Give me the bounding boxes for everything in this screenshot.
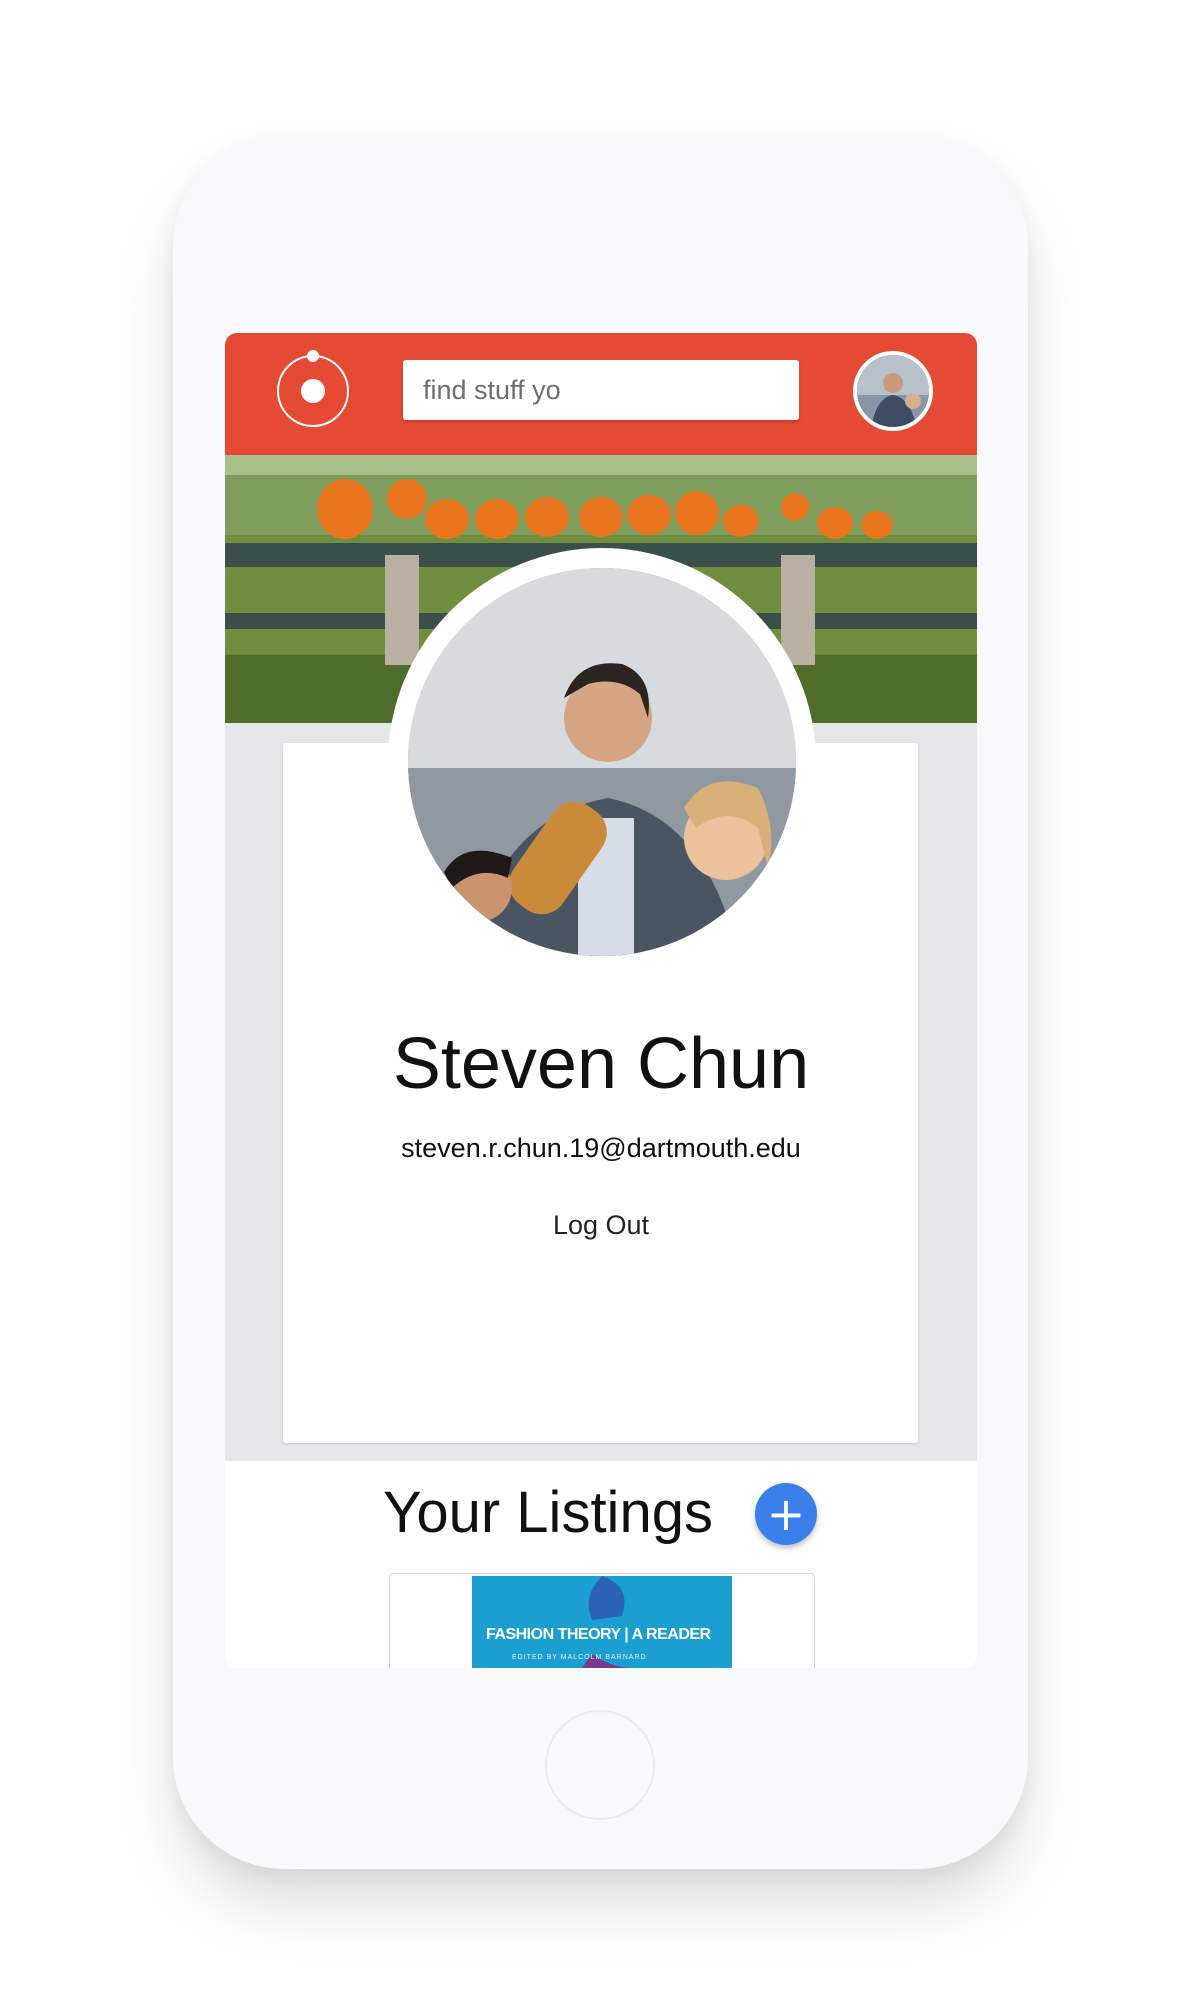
- listings-section: Your Listings + FASHION THEORY | A READE…: [225, 1461, 977, 1668]
- listing-card[interactable]: FASHION THEORY | A READER EDITED BY MALC…: [389, 1573, 815, 1668]
- app-bar: [225, 333, 977, 455]
- book-title: FASHION THEORY | A READER: [486, 1626, 711, 1643]
- log-out-button[interactable]: Log Out: [541, 1199, 661, 1249]
- profile-email: steven.r.chun.19@dartmouth.edu: [401, 1133, 801, 1163]
- avatar[interactable]: [853, 351, 933, 431]
- plus-icon: +: [766, 1487, 806, 1541]
- avatar-photo: [857, 355, 929, 427]
- app-logo-icon[interactable]: [277, 350, 349, 427]
- listings-title: Your Listings: [383, 1480, 713, 1545]
- app-screen: Steven Chun steven.r.chun.19@dartmouth.e…: [225, 333, 977, 1668]
- home-button[interactable]: [545, 1710, 655, 1820]
- book-subtitle: EDITED BY MALCOLM BARNARD: [512, 1654, 647, 1661]
- profile-image: [408, 568, 796, 956]
- add-listing-button[interactable]: +: [755, 1483, 817, 1545]
- search-input[interactable]: [403, 360, 799, 420]
- profile-photo: [408, 568, 796, 956]
- profile-name: Steven Chun: [392, 1024, 810, 1104]
- book-cover-image: FASHION THEORY | A READER EDITED BY MALC…: [472, 1576, 732, 1668]
